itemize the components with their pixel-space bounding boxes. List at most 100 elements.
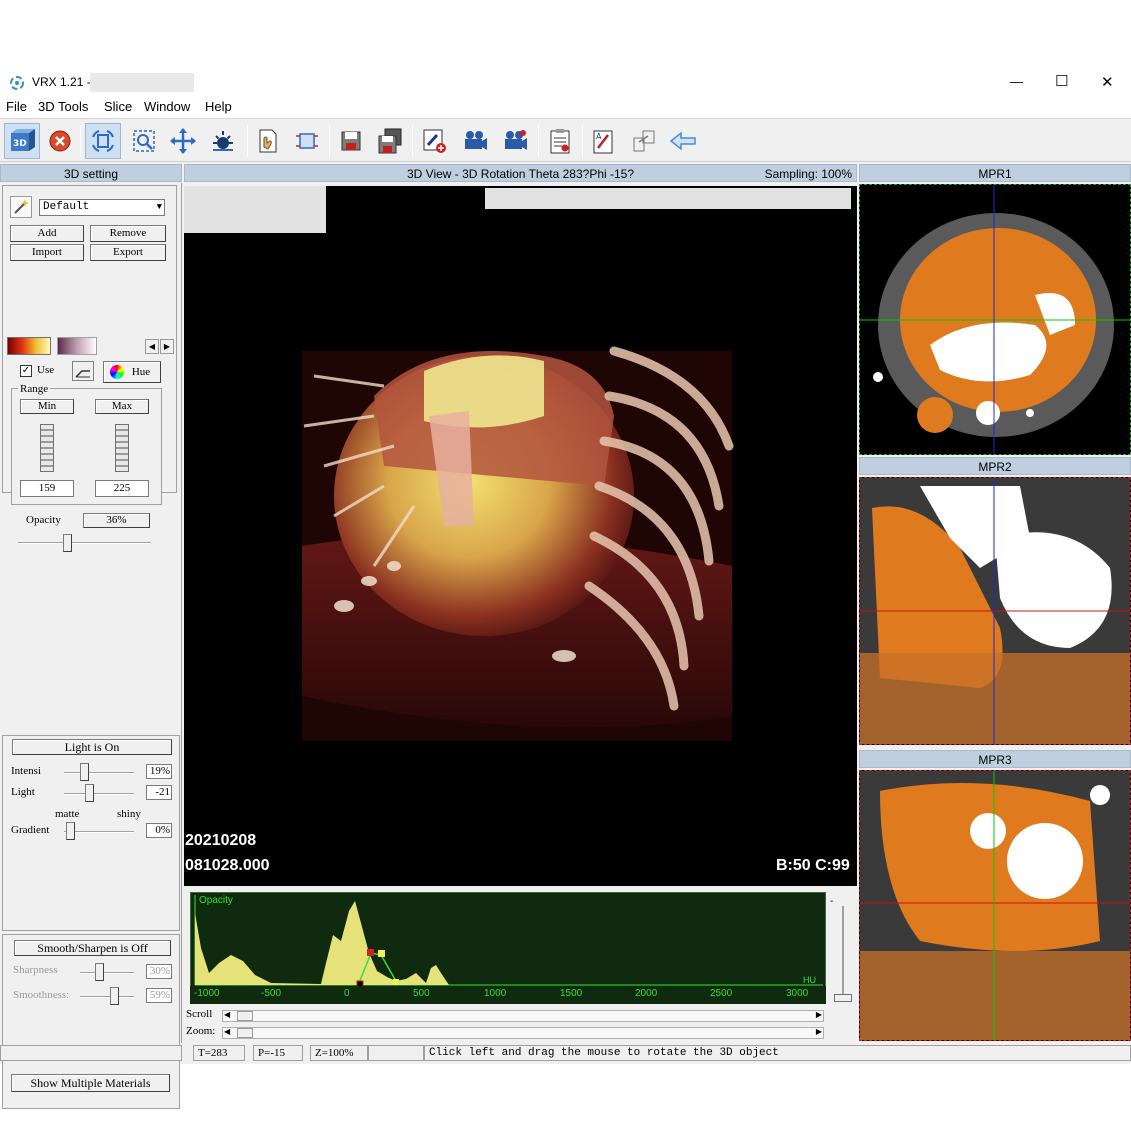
tick-label: 1000 xyxy=(484,988,507,999)
mpr3-view[interactable] xyxy=(859,770,1131,1041)
scroll-label: Scroll xyxy=(186,1008,213,1020)
toolbar-separator xyxy=(247,125,248,157)
zoom-button[interactable] xyxy=(126,123,162,159)
sharpness-slider[interactable] xyxy=(95,963,104,981)
add-button[interactable]: Add xyxy=(10,225,84,242)
opacity-slider[interactable] xyxy=(63,534,72,552)
histogram-axis: -1000 -500 0 500 1000 1500 2000 2500 300… xyxy=(190,986,826,1004)
brightness-button[interactable] xyxy=(205,123,241,159)
color-wheel-icon xyxy=(110,365,124,379)
menu-3d-tools[interactable]: 3D Tools xyxy=(38,99,88,114)
maximize-button[interactable]: ☐ xyxy=(1055,72,1068,90)
zoom-right-icon[interactable]: ▶ xyxy=(816,1027,822,1036)
histogram-canvas[interactable]: Opacity HU xyxy=(190,892,826,988)
smoothness-value: 59% xyxy=(146,988,172,1003)
colormap-tab-heat[interactable] xyxy=(7,337,51,355)
video-button[interactable] xyxy=(497,123,533,159)
rotate-icon xyxy=(92,130,114,152)
preset-select[interactable]: Default ▼ xyxy=(39,199,165,216)
tab-scroll-right-icon[interactable]: ▶ xyxy=(160,339,174,354)
study-time: 081028.000 xyxy=(185,857,270,874)
status-hint: Click left and drag the mouse to rotate … xyxy=(424,1045,1131,1061)
intensity-slider[interactable] xyxy=(80,763,89,781)
max-spinner[interactable] xyxy=(115,424,129,472)
zoom-thumb[interactable] xyxy=(237,1028,253,1038)
vscroll-thumb[interactable] xyxy=(834,994,852,1002)
add-marker-button[interactable] xyxy=(416,123,452,159)
curve-button[interactable] xyxy=(72,361,94,381)
vscroll-marker: - xyxy=(830,896,834,907)
wand-button[interactable] xyxy=(10,196,32,218)
svg-text:A: A xyxy=(596,132,602,141)
window-title: VRX 1.21 - xyxy=(32,75,91,89)
menu-help[interactable]: Help xyxy=(205,99,232,114)
range-label: Range xyxy=(18,383,51,395)
light-toggle-button[interactable]: Light is On xyxy=(12,739,172,755)
view3d-canvas[interactable]: 20210208 081028.000 B:50 C:99 xyxy=(184,186,857,886)
scroll-bar[interactable]: ◀ ▶ xyxy=(222,1010,824,1022)
light-slider[interactable] xyxy=(85,784,94,802)
max-value-field[interactable]: 225 xyxy=(95,480,149,497)
mpr2-view[interactable] xyxy=(859,477,1131,745)
tick-label: 0 xyxy=(344,988,350,999)
edit-icon: A xyxy=(593,130,613,154)
move-icon xyxy=(170,128,196,154)
close-button[interactable]: ✕ xyxy=(1101,73,1114,91)
light-track xyxy=(64,793,134,795)
hue-button[interactable]: Hue xyxy=(103,361,161,383)
report-button[interactable] xyxy=(542,123,578,159)
intensity-label: Intensi xyxy=(11,765,41,777)
crop-icon xyxy=(296,133,318,149)
edit-button[interactable]: A xyxy=(585,123,621,159)
tools-hand-button[interactable] xyxy=(250,123,286,159)
mpr2-header: MPR2 xyxy=(859,457,1131,475)
vscroll-track xyxy=(842,906,844,996)
back-button[interactable] xyxy=(665,123,701,159)
use-checkbox[interactable]: ✓ xyxy=(20,365,32,377)
smoothness-slider[interactable] xyxy=(110,987,119,1005)
minimize-button[interactable]: — xyxy=(1010,74,1023,89)
scroll-left-icon[interactable]: ◀ xyxy=(224,1010,230,1019)
rotate-button[interactable] xyxy=(85,123,121,159)
smoothness-track xyxy=(80,996,134,998)
gradient-slider[interactable] xyxy=(66,822,75,840)
min-value-field[interactable]: 159 xyxy=(20,480,74,497)
svg-text:3D: 3D xyxy=(13,139,27,149)
menu-slice[interactable]: Slice xyxy=(104,99,132,114)
mpr3-header: MPR3 xyxy=(859,750,1131,768)
colormap-tab-gray[interactable] xyxy=(57,337,97,355)
show-materials-button[interactable]: Show Multiple Materials xyxy=(11,1074,170,1092)
tab-scroll-left-icon[interactable]: ◀ xyxy=(145,339,159,354)
left-panel-header: 3D setting xyxy=(0,164,182,182)
export-button[interactable] xyxy=(626,123,662,159)
menu-file[interactable]: File xyxy=(6,99,27,114)
add-marker-icon xyxy=(423,129,446,153)
stop-button[interactable] xyxy=(42,123,78,159)
export-map-button[interactable]: Export xyxy=(90,244,166,261)
status-phi: P=-15 xyxy=(253,1045,303,1061)
tick-label: 2500 xyxy=(710,988,733,999)
min-spinner[interactable] xyxy=(40,424,54,472)
brightness-icon xyxy=(213,131,233,151)
smooth-toggle-button[interactable]: Smooth/Sharpen is Off xyxy=(14,940,171,956)
tools-hand-icon xyxy=(259,129,277,153)
import-button[interactable]: Import xyxy=(10,244,84,261)
menu-window[interactable]: Window xyxy=(144,99,190,114)
crop-button[interactable] xyxy=(289,123,325,159)
3d-view-button[interactable]: 3D xyxy=(4,123,40,159)
save-all-button[interactable] xyxy=(372,123,408,159)
move-button[interactable] xyxy=(165,123,201,159)
scroll-thumb[interactable] xyxy=(237,1011,253,1021)
remove-button[interactable]: Remove xyxy=(90,225,166,242)
status-spacer xyxy=(368,1045,424,1061)
mpr1-view[interactable] xyxy=(859,184,1131,455)
shiny-label: shiny xyxy=(117,808,141,820)
save-button[interactable] xyxy=(333,123,369,159)
histogram-vscroll[interactable]: - xyxy=(830,896,854,1004)
camera-button[interactable] xyxy=(457,123,493,159)
matte-label: matte xyxy=(55,808,80,820)
zoom-left-icon[interactable]: ◀ xyxy=(224,1027,230,1036)
zoom-bar[interactable]: ◀ ▶ xyxy=(222,1027,824,1039)
status-blank xyxy=(0,1045,182,1061)
scroll-right-icon[interactable]: ▶ xyxy=(816,1010,822,1019)
